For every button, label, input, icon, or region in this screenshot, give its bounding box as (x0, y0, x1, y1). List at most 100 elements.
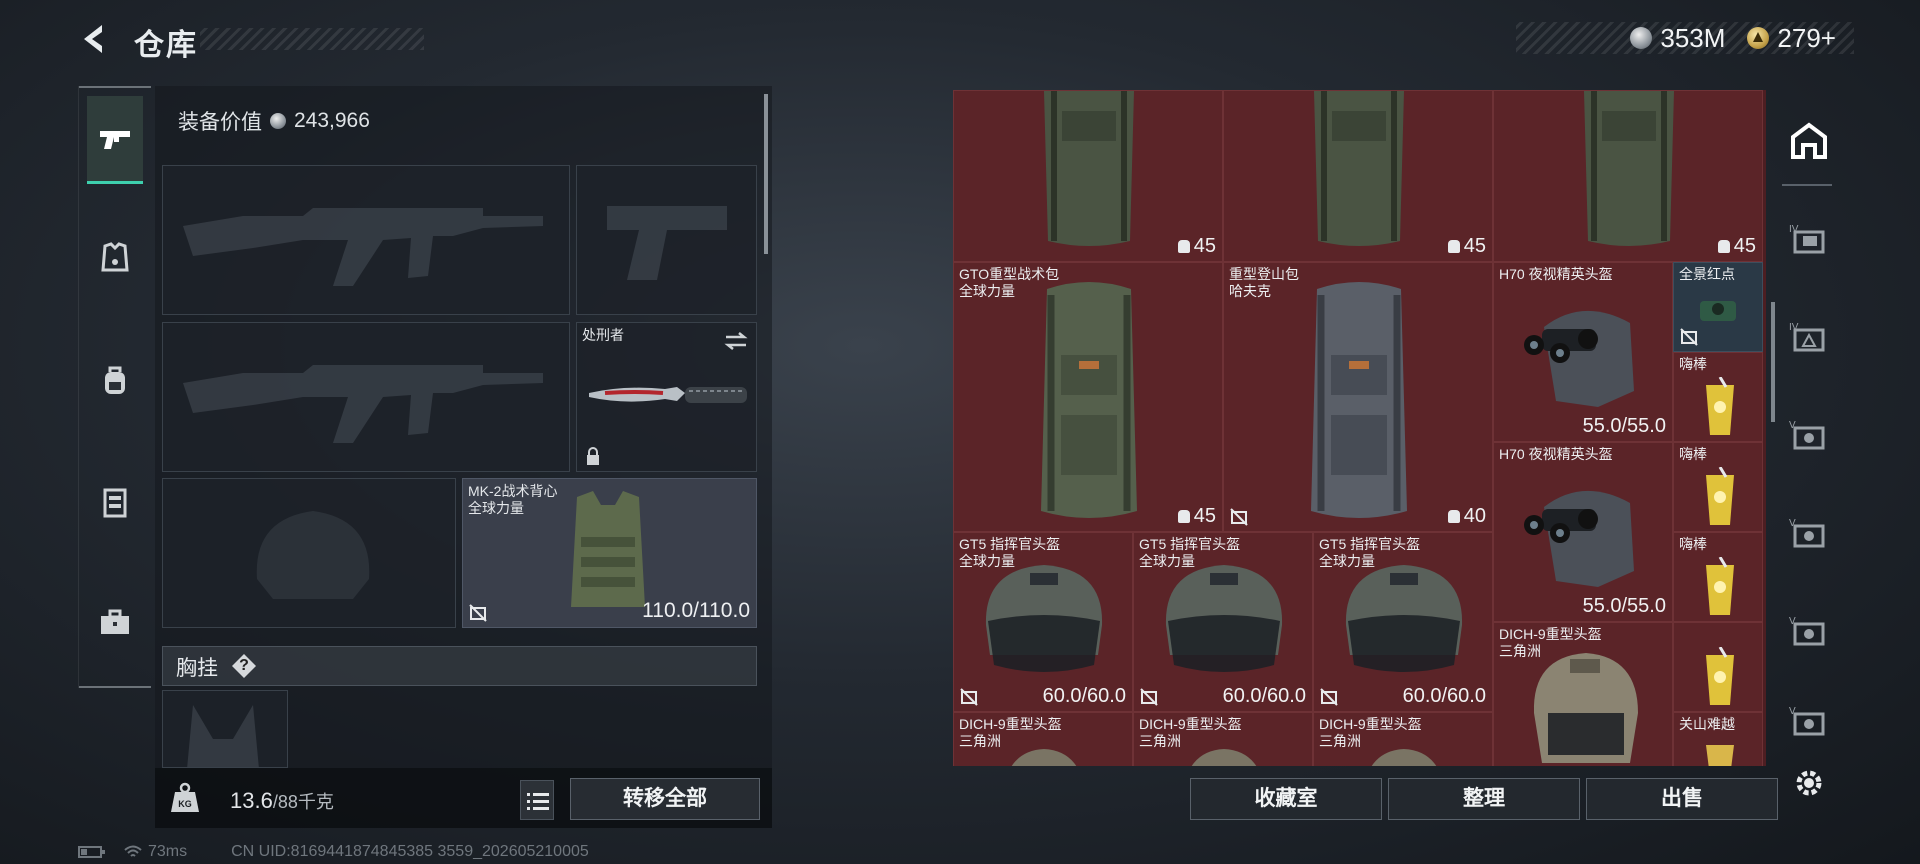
tab-container-v4[interactable]: V (1784, 686, 1834, 756)
armor-slot[interactable]: MK-2战术背心 全球力量 110.0/110.0 (462, 478, 757, 628)
grid-item-backpack[interactable]: 45 (953, 90, 1223, 262)
back-arrow-icon[interactable] (78, 22, 112, 56)
swap-icon[interactable] (724, 331, 748, 351)
left-category-nav (78, 86, 151, 688)
chest-rig-slot[interactable] (162, 690, 288, 768)
grid-item-dich9-helmet[interactable]: DICH-9重型头盔 三角洲 (1493, 622, 1673, 766)
nav-weapon[interactable] (87, 96, 143, 184)
item-name: H70 夜视精英头盔 (1499, 266, 1613, 282)
grid-item-guanshan[interactable]: 关山难越 (1673, 712, 1763, 766)
grid-item-dich9-helmet[interactable]: DICH-9重型头盔 三角洲 (1133, 712, 1313, 766)
list-icon (527, 793, 549, 810)
weight-icon: KG (171, 782, 199, 812)
item-value: 45 (1193, 235, 1216, 257)
grid-item-backpack[interactable]: 45 (1223, 90, 1493, 262)
page-title: 仓库 (134, 29, 198, 62)
grid-item-backpack[interactable]: 45 (1493, 90, 1763, 262)
grid-item-gt5-helmet[interactable]: GT5 指挥官头盔 全球力量 60.0/60.0 (1133, 532, 1313, 712)
tab-container-v3[interactable]: V (1784, 596, 1834, 666)
tab-container-v2[interactable]: V (1784, 498, 1834, 568)
armor-brand: 全球力量 (468, 500, 524, 516)
sort-button[interactable]: 整理 (1388, 778, 1580, 820)
list-view-button[interactable] (520, 780, 554, 820)
item-value: 45 (1463, 235, 1486, 257)
rifle-placeholder-icon (183, 208, 543, 286)
tab-container-v[interactable]: V (1784, 400, 1834, 470)
item-name: DICH-9重型头盔 (1139, 716, 1242, 732)
backpack-image (1314, 91, 1404, 246)
gold-amount[interactable]: 279+ (1777, 23, 1836, 54)
grid-item-red-dot-sight[interactable]: 全景红点 (1673, 262, 1763, 352)
tactical-vest-image (571, 491, 645, 607)
item-brand: 哈夫克 (1229, 283, 1271, 299)
grid-item-gto-backpack[interactable]: GTO重型战术包 全球力量 45 (953, 262, 1223, 532)
secondary-weapon-slot[interactable] (162, 322, 570, 472)
title-decoration (200, 28, 424, 50)
wifi-icon (124, 845, 142, 857)
item-durability: 60.0/60.0 (1042, 685, 1126, 707)
gear-icon[interactable] (1792, 766, 1826, 800)
grid-item-energy-drink[interactable] (1673, 622, 1763, 712)
item-name: 重型登山包 (1229, 266, 1299, 282)
red-dot-sight-image (1700, 301, 1736, 321)
grid-item-h70-helmet[interactable]: H70 夜视精英头盔 55.0/55.0 (1493, 262, 1673, 442)
rifle-placeholder-icon (183, 365, 543, 443)
collection-room-button[interactable]: 收藏室 (1190, 778, 1382, 820)
item-name: DICH-9重型头盔 (959, 716, 1062, 732)
grid-item-dich9-helmet[interactable]: DICH-9重型头盔 三角洲 (953, 712, 1133, 766)
heavy-helmet-image (1191, 749, 1257, 766)
grid-item-gt5-helmet[interactable]: GT5 指挥官头盔 全球力量 60.0/60.0 (1313, 532, 1493, 712)
container-v-icon: V (1789, 518, 1825, 548)
melee-slot[interactable]: 处刑者 (576, 322, 757, 472)
pistol-slot[interactable] (576, 165, 757, 315)
drink-image (1706, 557, 1734, 615)
helmet-slot[interactable] (162, 478, 456, 628)
armor-durability: 110.0/110.0 (642, 599, 750, 622)
toolbox-icon (101, 609, 129, 634)
visor-helmet-image (985, 565, 1103, 672)
nav-chest-rig[interactable] (87, 458, 143, 546)
transfer-all-button[interactable]: 转移全部 (570, 778, 760, 820)
nav-case[interactable] (87, 578, 143, 666)
grid-item-h70-helmet[interactable]: H70 夜视精英头盔 55.0/55.0 (1493, 442, 1673, 622)
grid-item-energy-drink[interactable]: 嗨棒 (1673, 352, 1763, 442)
storage-tabs: IV IV V V V V (1776, 94, 1840, 766)
left-scrollbar[interactable] (764, 94, 768, 254)
container-v-icon: V (1789, 616, 1825, 646)
item-durability: 55.0/55.0 (1582, 415, 1666, 437)
uid-text: CN UID:8169441874845385 3559_20260521000… (231, 843, 589, 860)
tab-container-iv-alt[interactable]: IV (1784, 302, 1834, 372)
chest-rig-label: 胸挂 (176, 657, 218, 680)
grid-item-energy-drink[interactable]: 嗨棒 (1673, 442, 1763, 532)
primary-weapon-slot[interactable] (162, 165, 570, 315)
svg-text:KG: KG (178, 799, 192, 809)
pistol-placeholder-icon (607, 206, 727, 280)
currency-bar: 353M 279+ (1516, 22, 1854, 54)
weight-max: /88千克 (272, 792, 334, 812)
grid-item-mountain-backpack[interactable]: 重型登山包 哈夫克 40 (1223, 262, 1493, 532)
weight-current: 13.6 (230, 788, 273, 813)
tab-warehouse[interactable] (1784, 106, 1834, 176)
tab-container-iv[interactable]: IV (1784, 204, 1834, 274)
tab-divider (1782, 184, 1832, 186)
item-name: DICH-9重型头盔 (1499, 626, 1602, 642)
no-trade-icon (1140, 688, 1158, 706)
drink-image (1706, 647, 1734, 705)
no-trade-icon (960, 688, 978, 706)
grid-item-gt5-helmet[interactable]: GT5 指挥官头盔 全球力量 60.0/60.0 (953, 532, 1133, 712)
equipment-value: 装备价值 243,966 (178, 106, 370, 136)
nav-armor[interactable] (87, 214, 143, 302)
item-value: 45 (1733, 235, 1756, 257)
gold-coin-icon (1747, 27, 1770, 49)
container-v-icon: V (1789, 706, 1825, 736)
grid-item-dich9-helmet[interactable]: DICH-9重型头盔 三角洲 (1313, 712, 1493, 766)
item-durability: 60.0/60.0 (1402, 685, 1486, 707)
item-durability: 60.0/60.0 (1222, 685, 1306, 707)
weight-readout: 13.6/88千克 (230, 788, 334, 814)
grid-item-energy-drink[interactable]: 嗨棒 (1673, 532, 1763, 622)
grid-scrollbar[interactable] (1771, 302, 1775, 422)
nav-backpack[interactable] (87, 336, 143, 424)
heavy-helmet-image (1371, 749, 1437, 766)
backpack-icon (105, 366, 125, 394)
sell-button[interactable]: 出售 (1586, 778, 1778, 820)
